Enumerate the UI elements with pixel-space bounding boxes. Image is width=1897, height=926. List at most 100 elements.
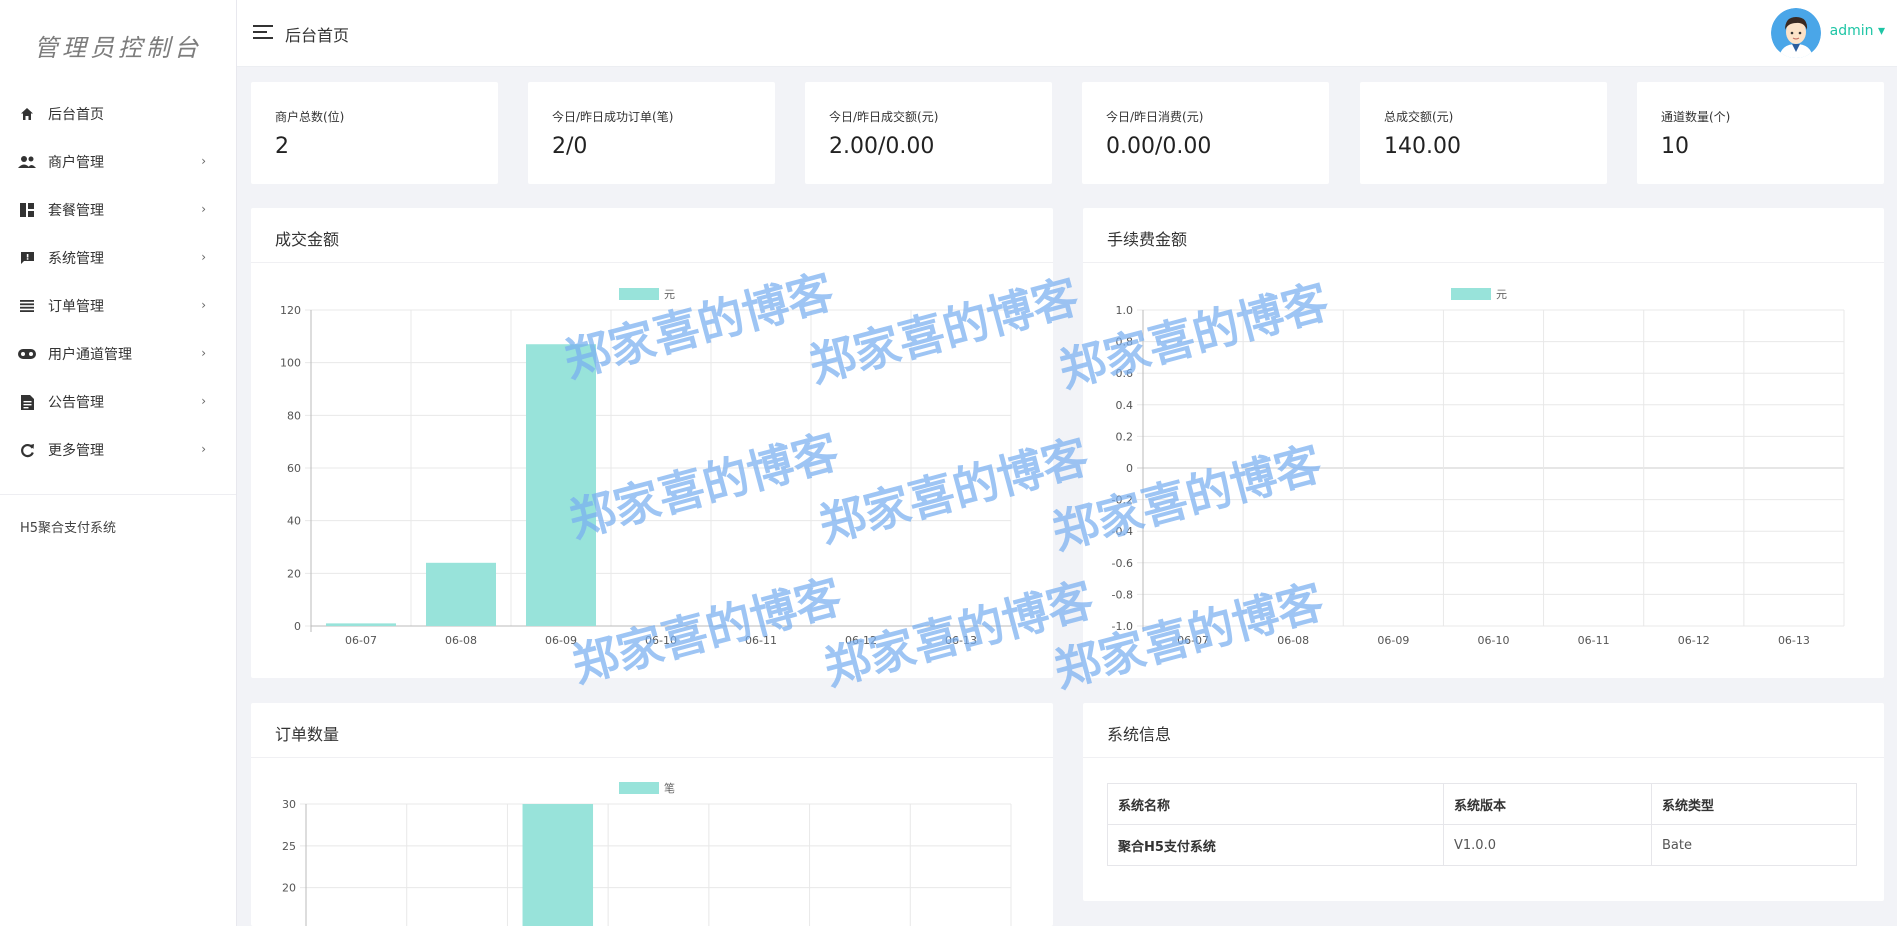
user-menu[interactable]: admin ▾ xyxy=(1830,23,1885,39)
x-tick-label: 06-12 xyxy=(845,634,877,647)
table-cell: 聚合H5支付系统 xyxy=(1107,824,1444,866)
chevron-right-icon: › xyxy=(201,394,206,408)
y-tick-label: 100 xyxy=(280,357,301,370)
y-tick-label: 80 xyxy=(287,409,301,422)
sidebar-item-label: 后台首页 xyxy=(48,107,104,123)
panel-orders: 订单数量 笔 20 25 30 xyxy=(251,703,1053,926)
stat-label: 今日/昨日成交额(元) xyxy=(829,110,939,124)
chart-bar xyxy=(522,804,594,926)
sidebar: 管理员控制台 后台首页 商户管理 › 套餐管理 › 系统管理 › 订单管理 › xyxy=(0,0,237,926)
stat-value: 140.00 xyxy=(1384,134,1461,159)
y-tick-label: 0.2 xyxy=(1116,430,1134,443)
y-tick-label: -0.4 xyxy=(1112,525,1133,538)
sidebar-nav: 后台首页 商户管理 › 套餐管理 › 系统管理 › 订单管理 › 用户通道管理 … xyxy=(0,90,236,474)
sidebar-item-more[interactable]: 更多管理 › xyxy=(0,426,236,474)
y-tick-label: 20 xyxy=(282,882,296,895)
y-tick-label: -0.6 xyxy=(1112,557,1133,570)
list-icon xyxy=(18,297,36,315)
feedback-icon xyxy=(18,249,36,267)
refresh-icon xyxy=(18,441,36,459)
sidebar-item-system[interactable]: 系统管理 › xyxy=(0,234,236,282)
stat-label: 总成交额(元) xyxy=(1384,110,1454,124)
sidebar-item-label: 系统管理 xyxy=(48,251,104,267)
panel-header: 系统信息 xyxy=(1083,703,1884,758)
sidebar-item-packages[interactable]: 套餐管理 › xyxy=(0,186,236,234)
table-header-cell: 系统版本 xyxy=(1443,783,1652,825)
sidebar-item-label: 用户通道管理 xyxy=(48,347,132,363)
username: admin xyxy=(1829,23,1874,39)
table-header-cell: 系统类型 xyxy=(1651,783,1857,825)
x-tick-label: 06-07 xyxy=(1177,634,1209,647)
menu-toggle-icon[interactable] xyxy=(253,24,273,40)
x-tick-label: 06-13 xyxy=(1778,634,1810,647)
topbar: 后台首页 admin ▾ xyxy=(237,0,1897,67)
sidebar-item-channels[interactable]: 用户通道管理 › xyxy=(0,330,236,378)
chevron-right-icon: › xyxy=(201,154,206,168)
x-tick-label: 06-10 xyxy=(645,634,677,647)
y-tick-label: 30 xyxy=(282,798,296,811)
sidebar-item-home[interactable]: 后台首页 xyxy=(0,90,236,138)
x-tick-label: 06-08 xyxy=(445,634,477,647)
users-icon xyxy=(18,153,36,171)
legend-swatch xyxy=(619,288,659,300)
caret-down-icon: ▾ xyxy=(1873,23,1885,39)
stat-card-turnover: 今日/昨日成交额(元) 2.00/0.00 xyxy=(805,82,1052,184)
stat-card-consumption: 今日/昨日消费(元) 0.00/0.00 xyxy=(1082,82,1329,184)
sidebar-item-label: 更多管理 xyxy=(48,443,104,459)
stat-value: 2.00/0.00 xyxy=(829,134,935,159)
chevron-right-icon: › xyxy=(201,346,206,360)
orders-chart: 笔 20 25 30 xyxy=(282,781,1012,926)
y-tick-label: -0.8 xyxy=(1112,588,1133,601)
chart-bar xyxy=(326,623,396,626)
sidebar-footer-text: H5聚合支付系统 xyxy=(20,521,117,536)
gamepad-icon xyxy=(18,345,36,363)
document-icon xyxy=(18,393,36,411)
y-tick-label: 120 xyxy=(280,304,301,317)
sidebar-item-label: 公告管理 xyxy=(48,395,104,411)
y-tick-label: 0.8 xyxy=(1116,336,1134,349)
y-tick-label: 0.4 xyxy=(1116,399,1134,412)
stat-label: 通道数量(个) xyxy=(1661,110,1731,124)
y-tick-label: 0 xyxy=(1126,462,1133,475)
x-tick-label: 06-10 xyxy=(1478,634,1510,647)
x-tick-label: 06-11 xyxy=(745,634,777,647)
x-tick-label: 06-09 xyxy=(1377,634,1409,647)
panel-sysinfo: 系统信息 系统名称 系统版本 系统类型 聚合H5支付系统 V1.0.0 Bate xyxy=(1083,703,1884,901)
y-tick-label: 25 xyxy=(282,840,296,853)
stat-label: 商户总数(位) xyxy=(275,110,345,124)
x-tick-label: 06-09 xyxy=(545,634,577,647)
chevron-right-icon: › xyxy=(201,250,206,264)
avatar[interactable] xyxy=(1771,8,1821,58)
sidebar-divider xyxy=(0,494,236,495)
chevron-right-icon: › xyxy=(201,442,206,456)
y-tick-label: 0 xyxy=(294,620,301,633)
x-tick-label: 06-07 xyxy=(345,634,377,647)
legend-label: 元 xyxy=(1496,288,1507,301)
x-tick-label: 06-08 xyxy=(1277,634,1309,647)
table-row: 聚合H5支付系统 V1.0.0 Bate xyxy=(1107,824,1857,866)
stat-value: 2/0 xyxy=(552,134,588,159)
stat-card-orders: 今日/昨日成功订单(笔) 2/0 xyxy=(528,82,775,184)
logo-text: 管理员控制台 xyxy=(34,33,202,62)
y-tick-label: -0.2 xyxy=(1112,494,1133,507)
legend-label: 笔 xyxy=(664,781,675,795)
chart-bar xyxy=(526,344,596,626)
y-tick-label: 0.6 xyxy=(1116,367,1134,380)
sidebar-item-label: 套餐管理 xyxy=(48,203,104,219)
y-tick-label: 40 xyxy=(287,515,301,528)
dashboard-icon xyxy=(18,201,36,219)
x-tick-label: 06-11 xyxy=(1578,634,1610,647)
table-header-cell: 系统名称 xyxy=(1107,783,1444,825)
chevron-right-icon: › xyxy=(201,298,206,312)
x-tick-label: 06-13 xyxy=(945,634,977,647)
sysinfo-table: 系统名称 系统版本 系统类型 聚合H5支付系统 V1.0.0 Bate xyxy=(1107,783,1857,866)
stat-value: 0.00/0.00 xyxy=(1106,134,1212,159)
sidebar-item-merchants[interactable]: 商户管理 › xyxy=(0,138,236,186)
table-cell: V1.0.0 xyxy=(1443,824,1652,866)
y-tick-label: 20 xyxy=(287,567,301,580)
amount-chart: 元 0 20 40 60 80 100 120 06-07 06-08 06-09 06-10 06-1… xyxy=(280,288,1012,647)
sidebar-item-orders[interactable]: 订单管理 › xyxy=(0,282,236,330)
sidebar-item-notices[interactable]: 公告管理 › xyxy=(0,378,236,426)
stat-label: 今日/昨日消费(元) xyxy=(1106,110,1204,124)
y-tick-label: 1.0 xyxy=(1116,304,1134,317)
